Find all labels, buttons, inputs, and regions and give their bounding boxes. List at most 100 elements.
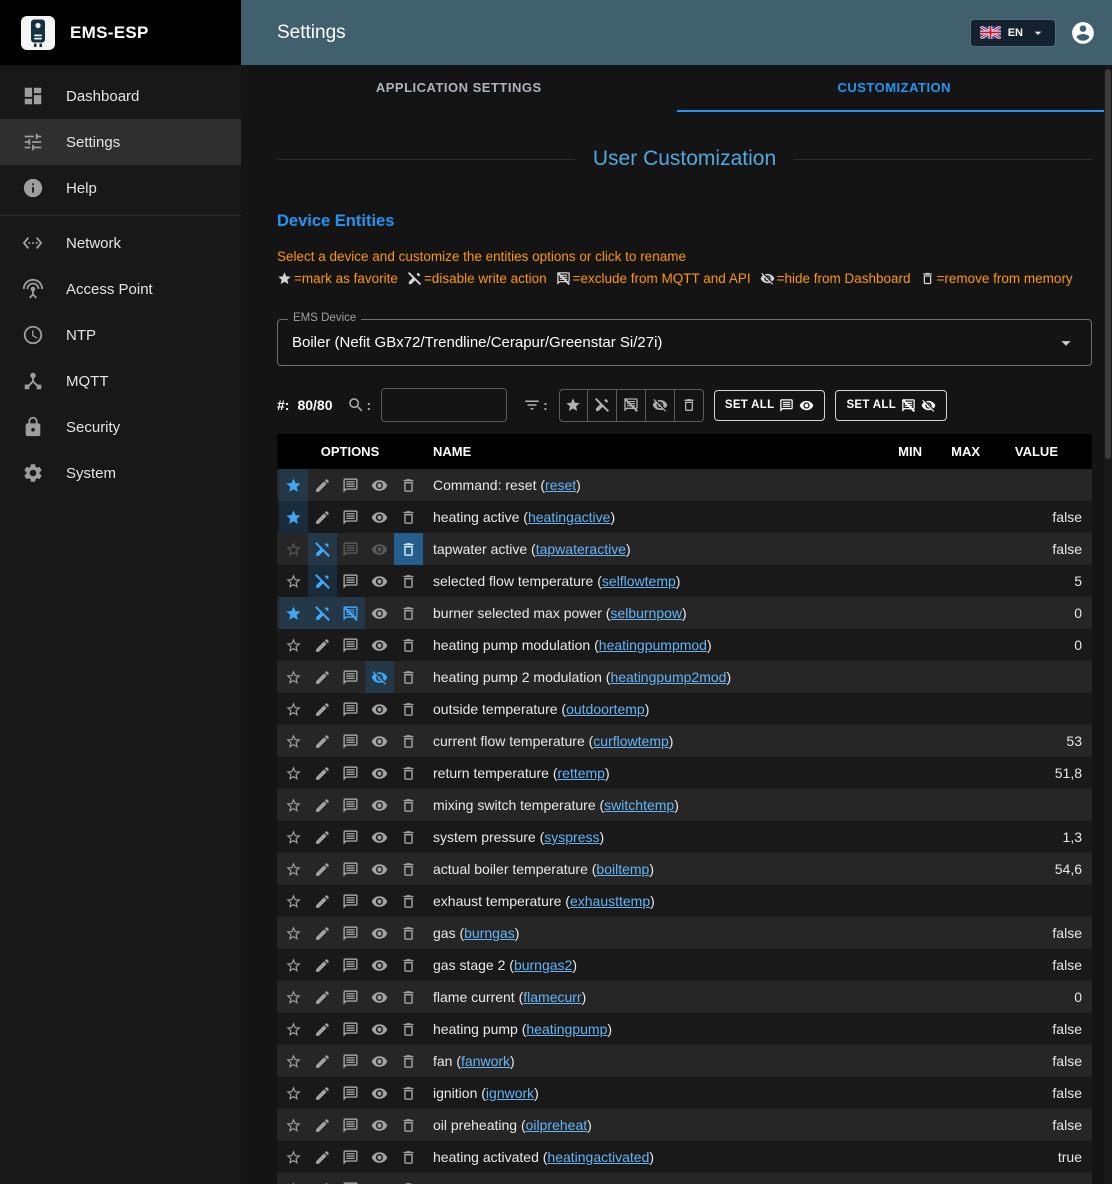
sidebar-item-help[interactable]: Help [0, 165, 241, 211]
favorite-toggle[interactable] [279, 1045, 308, 1077]
hide-toggle[interactable] [365, 661, 394, 693]
entity-shortname-link[interactable]: burngas [464, 925, 515, 941]
entity-shortname-link[interactable]: switchtemp [604, 797, 674, 813]
mqtt-exclude-toggle[interactable] [337, 885, 366, 917]
mqtt-exclude-toggle[interactable] [337, 1109, 366, 1141]
hide-toggle[interactable] [365, 629, 394, 661]
entity-shortname-link[interactable]: heatingactivated [547, 1149, 649, 1165]
entity-shortname-link[interactable]: burngas2 [514, 957, 572, 973]
write-action-toggle[interactable] [308, 597, 337, 629]
hide-toggle[interactable] [365, 949, 394, 981]
ems-device-select[interactable]: EMS Device Boiler (Nefit GBx72/Trendline… [277, 319, 1092, 366]
sidebar-item-access-point[interactable]: Access Point [0, 266, 241, 312]
remove-toggle[interactable] [394, 693, 423, 725]
mqtt-exclude-toggle[interactable] [337, 853, 366, 885]
filter-hidden-button[interactable] [646, 389, 675, 422]
write-action-toggle[interactable] [308, 917, 337, 949]
write-action-toggle[interactable] [308, 949, 337, 981]
hide-toggle[interactable] [365, 597, 394, 629]
sidebar-item-network[interactable]: Network [0, 220, 241, 266]
mqtt-exclude-toggle[interactable] [337, 821, 366, 853]
tab-customization[interactable]: CUSTOMIZATION [677, 65, 1112, 112]
hide-toggle[interactable] [365, 1109, 394, 1141]
remove-toggle[interactable] [394, 725, 423, 757]
favorite-toggle[interactable] [279, 1013, 308, 1045]
sidebar-item-mqtt[interactable]: MQTT [0, 358, 241, 404]
favorite-toggle[interactable] [279, 885, 308, 917]
remove-toggle[interactable] [394, 1045, 423, 1077]
mqtt-exclude-toggle[interactable] [337, 597, 366, 629]
favorite-toggle[interactable] [279, 1141, 308, 1173]
sidebar-item-security[interactable]: Security [0, 404, 241, 450]
entity-shortname-link[interactable]: flamecurr [523, 989, 581, 1005]
write-action-toggle[interactable] [308, 981, 337, 1013]
remove-toggle[interactable] [394, 565, 423, 597]
mqtt-exclude-toggle[interactable] [337, 565, 366, 597]
entity-shortname-link[interactable]: fanwork [461, 1053, 510, 1069]
entity-shortname-link[interactable]: boiltemp [596, 861, 649, 877]
remove-toggle[interactable] [394, 917, 423, 949]
entity-shortname-link[interactable]: exhausttemp [570, 893, 650, 909]
entity-shortname-link[interactable]: heatingpump [526, 1021, 607, 1037]
favorite-toggle[interactable] [279, 501, 308, 533]
entity-shortname-link[interactable]: selburnpow [610, 605, 682, 621]
favorite-toggle[interactable] [279, 1077, 308, 1109]
write-action-toggle[interactable] [308, 565, 337, 597]
hide-toggle[interactable] [365, 501, 394, 533]
hide-toggle[interactable] [365, 1013, 394, 1045]
entity-shortname-link[interactable]: syspress [544, 829, 599, 845]
write-action-toggle[interactable] [308, 821, 337, 853]
sidebar-item-dashboard[interactable]: Dashboard [0, 73, 241, 119]
hide-toggle[interactable] [365, 1141, 394, 1173]
write-action-toggle[interactable] [308, 629, 337, 661]
filter-deleted-button[interactable] [675, 389, 704, 422]
favorite-toggle[interactable] [279, 949, 308, 981]
hide-toggle[interactable] [365, 1173, 394, 1184]
remove-toggle[interactable] [394, 1013, 423, 1045]
mqtt-exclude-toggle[interactable] [337, 501, 366, 533]
write-action-toggle[interactable] [308, 533, 337, 565]
entity-shortname-link[interactable]: tapwateractive [536, 541, 626, 557]
favorite-toggle[interactable] [279, 981, 308, 1013]
write-action-toggle[interactable] [308, 1109, 337, 1141]
hide-toggle[interactable] [365, 821, 394, 853]
entity-shortname-link[interactable]: curflowtemp [593, 733, 668, 749]
remove-toggle[interactable] [394, 1141, 423, 1173]
mqtt-exclude-toggle[interactable] [337, 725, 366, 757]
mqtt-exclude-toggle[interactable] [337, 789, 366, 821]
write-action-toggle[interactable] [308, 693, 337, 725]
hide-toggle[interactable] [365, 1077, 394, 1109]
remove-toggle[interactable] [394, 469, 423, 501]
hide-toggle[interactable] [365, 469, 394, 501]
set-all-show-button[interactable]: SET ALL [714, 390, 826, 421]
favorite-toggle[interactable] [279, 693, 308, 725]
mqtt-exclude-toggle[interactable] [337, 1045, 366, 1077]
mqtt-exclude-toggle[interactable] [337, 1173, 366, 1184]
mqtt-exclude-toggle[interactable] [337, 981, 366, 1013]
hide-toggle[interactable] [365, 789, 394, 821]
favorite-toggle[interactable] [279, 1173, 308, 1184]
mqtt-exclude-toggle[interactable] [337, 949, 366, 981]
hide-toggle[interactable] [365, 885, 394, 917]
filter-favorite-button[interactable] [559, 389, 588, 422]
entity-shortname-link[interactable]: heatingpumpmod [599, 637, 707, 653]
remove-toggle[interactable] [394, 661, 423, 693]
remove-toggle[interactable] [394, 789, 423, 821]
favorite-toggle[interactable] [279, 1109, 308, 1141]
favorite-toggle[interactable] [279, 533, 308, 565]
write-action-toggle[interactable] [308, 1045, 337, 1077]
remove-toggle[interactable] [394, 1077, 423, 1109]
mqtt-exclude-toggle[interactable] [337, 661, 366, 693]
write-action-toggle[interactable] [308, 469, 337, 501]
write-action-toggle[interactable] [308, 1013, 337, 1045]
hide-toggle[interactable] [365, 533, 394, 565]
favorite-toggle[interactable] [279, 757, 308, 789]
favorite-toggle[interactable] [279, 661, 308, 693]
mqtt-exclude-toggle[interactable] [337, 1077, 366, 1109]
filter-mqtt-exclude-button[interactable] [617, 389, 646, 422]
mqtt-exclude-toggle[interactable] [337, 757, 366, 789]
favorite-toggle[interactable] [279, 725, 308, 757]
remove-toggle[interactable] [394, 501, 423, 533]
remove-toggle[interactable] [394, 821, 423, 853]
mqtt-exclude-toggle[interactable] [337, 629, 366, 661]
